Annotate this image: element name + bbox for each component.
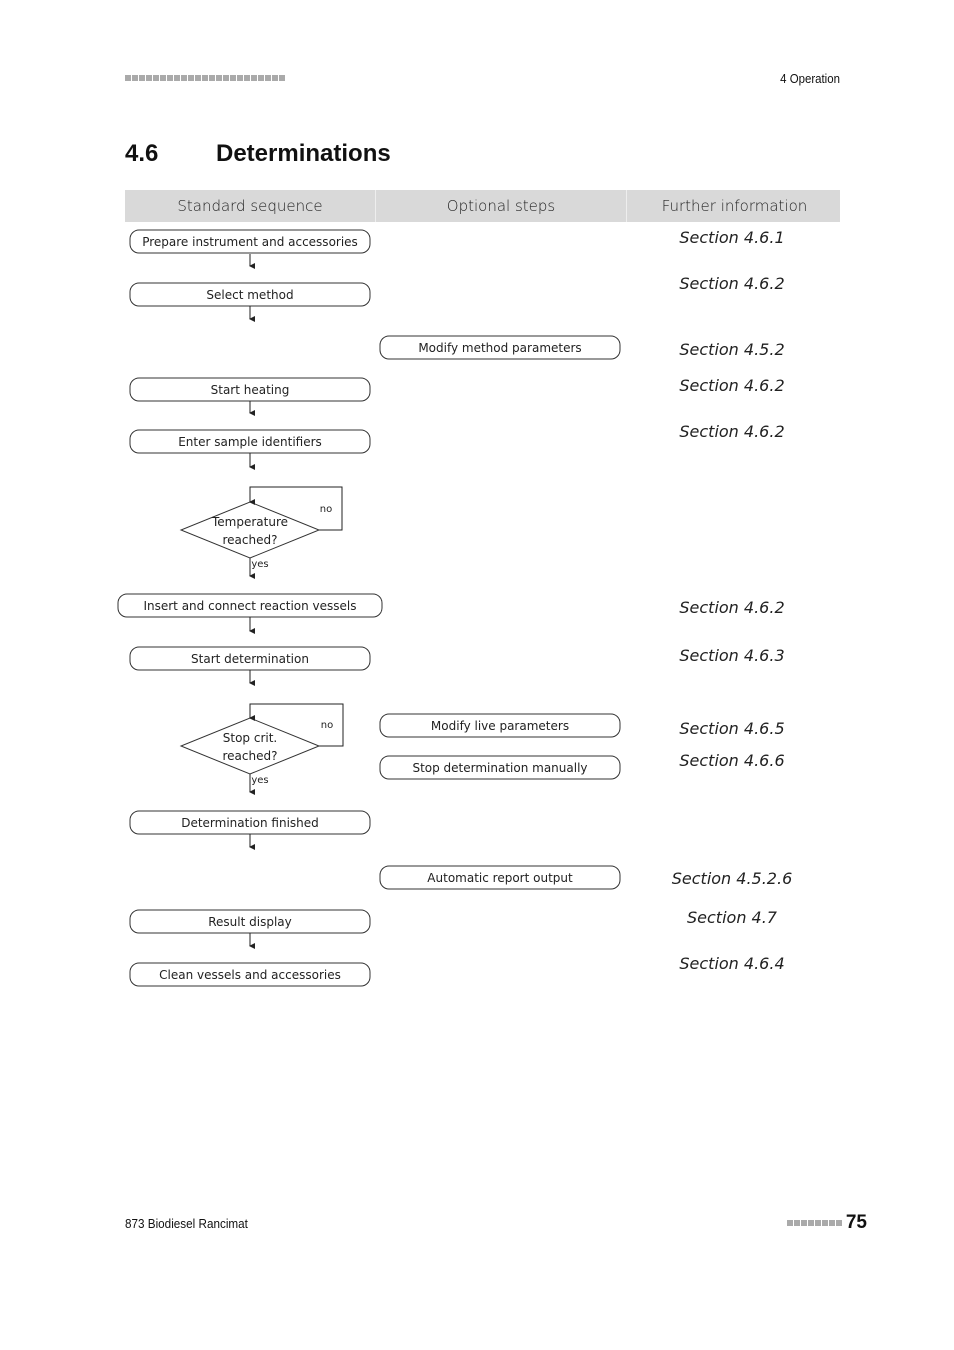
decor-square bbox=[793, 1220, 800, 1226]
section-reference[interactable]: Section 4.6.2 bbox=[679, 422, 784, 441]
step-prepare: Prepare instrument and accessories bbox=[129, 229, 371, 254]
decor-square bbox=[786, 1220, 793, 1226]
section-reference[interactable]: Section 4.7 bbox=[687, 908, 777, 927]
step-label: Clean vessels and accessories bbox=[159, 968, 341, 982]
decor-square bbox=[821, 1220, 828, 1226]
step-label: Start determination bbox=[191, 652, 309, 666]
section-reference[interactable]: Section 4.6.2 bbox=[679, 376, 784, 395]
footer-decoration bbox=[786, 1220, 842, 1226]
yes-label: yes bbox=[251, 559, 268, 570]
step-result: Result display bbox=[129, 909, 371, 934]
decision-diamond bbox=[179, 501, 321, 559]
decision-label-line1: Temperature bbox=[211, 515, 288, 529]
step-label: Stop determination manually bbox=[412, 761, 587, 775]
decor-square bbox=[800, 1220, 807, 1226]
optional-modify-method: Modify method parameters bbox=[379, 335, 621, 360]
optional-stop-manual: Stop determination manually bbox=[379, 755, 621, 780]
step-label: Automatic report output bbox=[427, 871, 573, 885]
decision-diamond bbox=[179, 717, 321, 775]
step-heat: Start heating bbox=[129, 377, 371, 402]
decision-label-line2: reached? bbox=[223, 749, 278, 763]
section-reference[interactable]: Section 4.6.1 bbox=[679, 228, 784, 247]
section-reference[interactable]: Section 4.5.2.6 bbox=[672, 869, 793, 888]
step-insert: Insert and connect reaction vessels bbox=[117, 593, 383, 618]
step-select: Select method bbox=[129, 282, 371, 307]
decor-square bbox=[814, 1220, 821, 1226]
section-reference[interactable]: Section 4.5.2 bbox=[679, 340, 784, 359]
footer-page: 75 bbox=[786, 1212, 867, 1234]
step-label: Enter sample identifiers bbox=[178, 435, 322, 449]
optional-auto-report: Automatic report output bbox=[379, 865, 621, 890]
yes-label: yes bbox=[251, 775, 268, 786]
optional-modify-live: Modify live parameters bbox=[379, 713, 621, 738]
decor-square bbox=[807, 1220, 814, 1226]
no-label: no bbox=[321, 720, 333, 731]
no-label: no bbox=[320, 504, 332, 515]
step-start: Start determination bbox=[129, 646, 371, 671]
step-finished: Determination finished bbox=[129, 810, 371, 835]
step-label: Insert and connect reaction vessels bbox=[143, 599, 356, 613]
footer-product: 873 Biodiesel Rancimat bbox=[125, 1216, 248, 1231]
decision-label-line2: reached? bbox=[223, 533, 278, 547]
flowchart: Prepare instrument and accessories Select… bbox=[117, 229, 621, 987]
section-reference[interactable]: Section 4.6.5 bbox=[679, 719, 784, 738]
section-reference[interactable]: Section 4.6.2 bbox=[679, 274, 784, 293]
step-label: Select method bbox=[206, 288, 293, 302]
step-enter: Enter sample identifiers bbox=[129, 429, 371, 454]
step-label: Result display bbox=[208, 915, 292, 929]
step-label: Modify live parameters bbox=[431, 719, 569, 733]
step-clean: Clean vessels and accessories bbox=[129, 962, 371, 987]
step-label: Start heating bbox=[211, 383, 290, 397]
page-number: 75 bbox=[845, 1212, 867, 1233]
decision-stop: Stop crit. reached? no yes bbox=[179, 717, 333, 786]
section-reference[interactable]: Section 4.6.3 bbox=[679, 646, 784, 665]
step-label: Prepare instrument and accessories bbox=[142, 235, 358, 249]
section-reference[interactable]: Section 4.6.6 bbox=[679, 751, 784, 770]
decision-temp: Temperature reached? no yes bbox=[179, 501, 332, 570]
decision-label-line1: Stop crit. bbox=[223, 731, 277, 745]
section-reference[interactable]: Section 4.6.4 bbox=[679, 954, 784, 973]
section-reference[interactable]: Section 4.6.2 bbox=[679, 598, 784, 617]
step-label: Determination finished bbox=[181, 816, 319, 830]
decor-square bbox=[828, 1220, 835, 1226]
step-label: Modify method parameters bbox=[418, 341, 581, 355]
decor-square bbox=[835, 1220, 842, 1226]
